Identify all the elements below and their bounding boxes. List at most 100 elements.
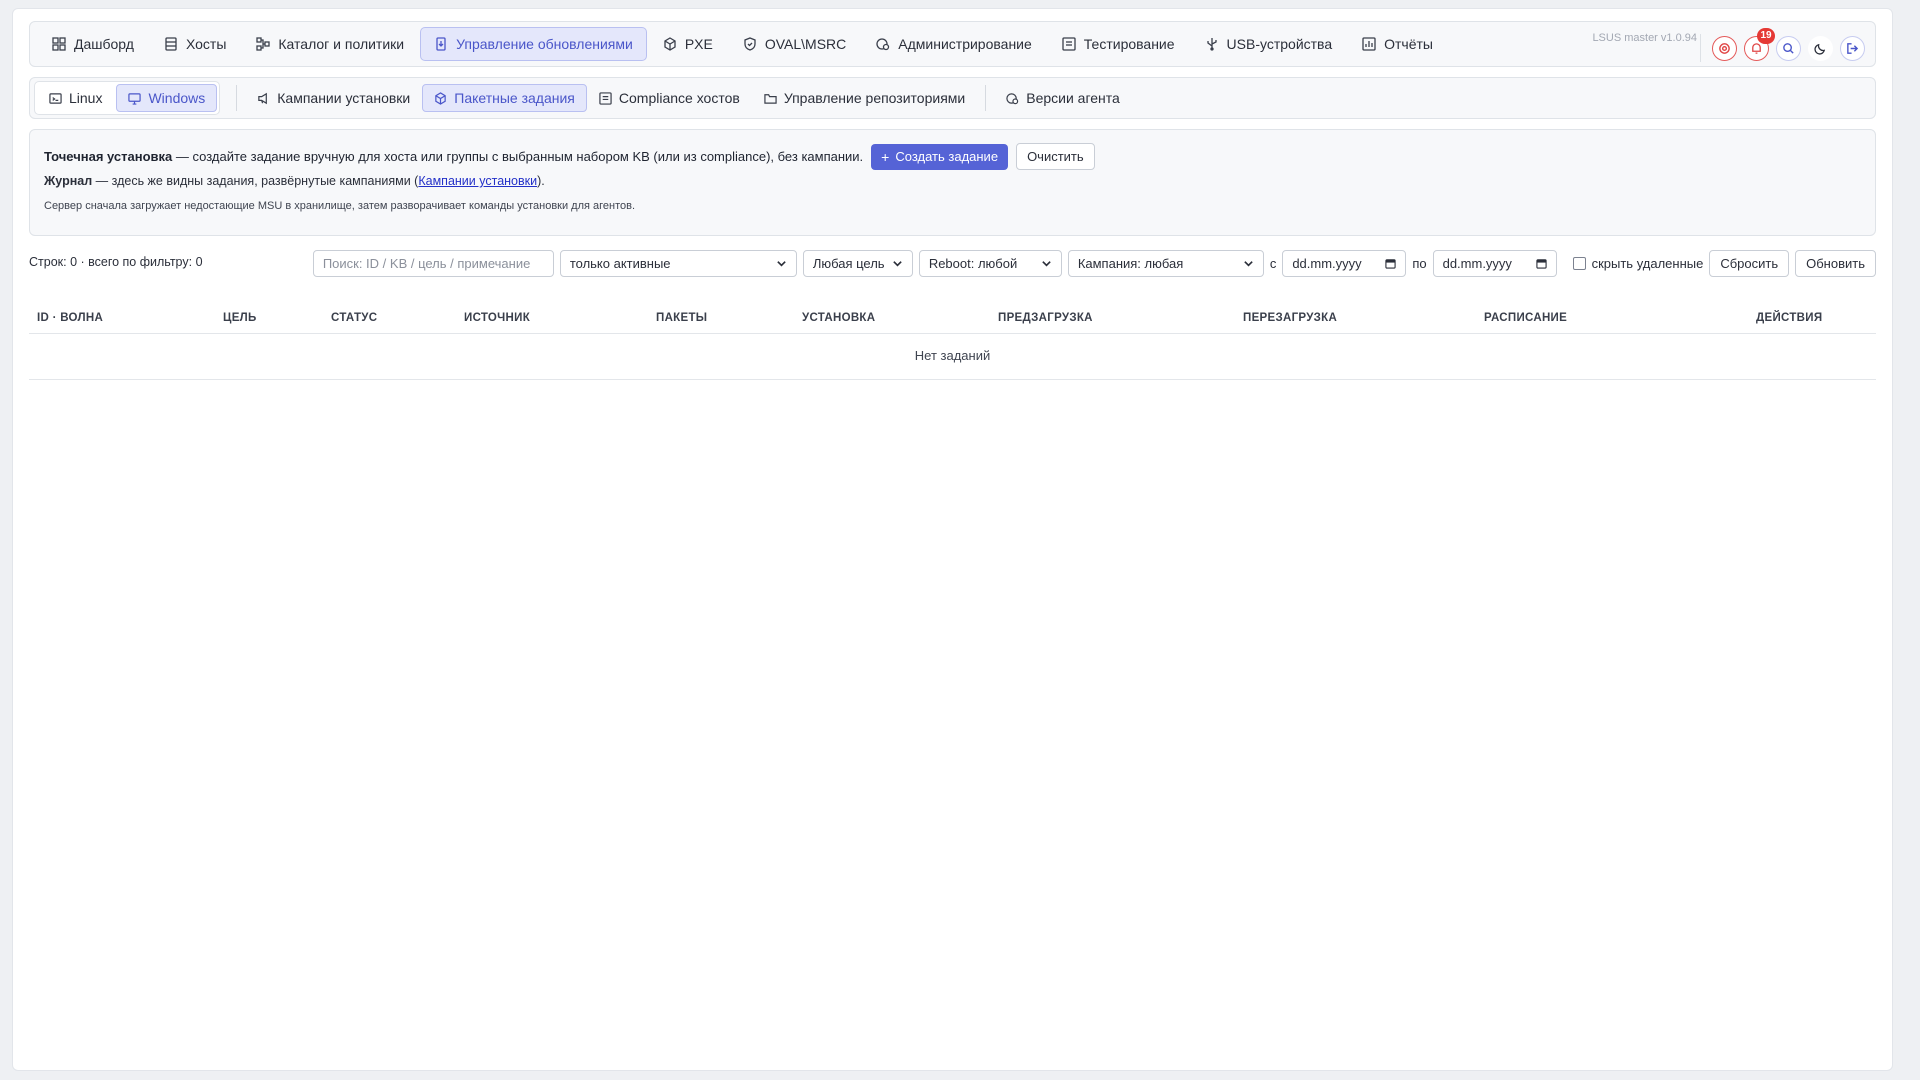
col-packages[interactable]: Пакеты [656,312,707,324]
date-placeholder: dd.mm.yyyy [1292,256,1362,271]
chevron-down-icon [1244,261,1253,267]
reset-button[interactable]: Сбросить [1709,250,1790,277]
hide-deleted-checkbox[interactable] [1572,257,1586,270]
bell-icon [1752,42,1761,54]
nav-label: OVAL\MSRC [764,36,847,52]
col-id-wave[interactable]: ID · волна [37,312,103,324]
status-select[interactable]: только активные [559,250,797,277]
nav-usb[interactable]: USB-устройства [1191,27,1347,61]
checklist-icon [599,91,612,105]
alert-circle-icon [1719,42,1730,54]
app-version: LSUS master v1.0.94 [1592,32,1697,44]
tab-batch-jobs[interactable]: Пакетные задания [422,84,587,112]
tab-agent-versions[interactable]: Версии агента [994,84,1132,112]
dashboard-icon [52,37,66,51]
tab-label: Compliance хостов [618,90,740,106]
target-select[interactable]: Любая цель [802,250,913,277]
hide-deleted-label: скрыть удаленные [1591,256,1704,271]
campaign-select[interactable]: Кампания: любая [1067,250,1264,277]
tab-compliance[interactable]: Compliance хостов [587,84,752,112]
divider [236,85,238,111]
nav-reports[interactable]: Отчёты [1348,27,1447,61]
plus-icon: + [881,148,890,165]
os-windows[interactable]: Windows [116,84,218,112]
nav-label: Администрирование [898,36,1032,52]
info-text: Точечная установка — создайте задание вр… [44,149,863,164]
os-label: Windows [148,90,206,106]
main-nav: Дашборд Хосты Каталог и политики Управле… [29,21,1876,67]
journal-end: ). [537,174,545,188]
nav-label: PXE [684,36,713,52]
folder-icon [764,93,777,104]
search-button[interactable] [1776,35,1801,61]
date-from-label: с [1269,256,1277,271]
campaigns-link[interactable]: Кампании установки [418,174,537,188]
nav-label: Каталог и политики [278,36,405,52]
date-from-input[interactable]: dd.mm.yyyy [1282,250,1407,277]
info-panel: Точечная установка — создайте задание вр… [29,129,1876,236]
divider [1700,34,1701,62]
select-value: Кампания: любая [1077,256,1184,271]
info-description: — создайте задание вручную для хоста или… [172,149,864,164]
nav-pxe[interactable]: PXE [649,27,727,61]
journal-text: — здесь же видны задания, развёрнутые ка… [92,174,419,188]
nav-dashboard[interactable]: Дашборд [38,27,148,61]
col-schedule[interactable]: Расписание [1484,312,1567,324]
nav-hosts[interactable]: Хосты [150,27,240,61]
calendar-icon [1385,259,1396,269]
nav-label: Отчёты [1384,36,1433,52]
search-icon [1783,42,1794,54]
logout-icon [1847,42,1859,54]
divider [985,85,987,111]
tab-label: Пакетные задания [454,90,575,106]
nav-testing[interactable]: Тестирование [1048,27,1189,61]
top-actions: 19 [1700,27,1865,62]
reboot-select[interactable]: Reboot: любой [918,250,1062,277]
tab-repositories[interactable]: Управление репозиториями [752,84,977,112]
calendar-icon [1535,259,1547,269]
nav-label: Тестирование [1083,36,1175,52]
nav-oval[interactable]: OVAL\MSRC [729,27,860,61]
update-icon [436,37,446,51]
alert-button[interactable] [1712,35,1737,61]
tab-label: Кампании установки [277,90,411,106]
col-actions: Действия [1756,312,1823,324]
date-to-label: по [1412,256,1427,271]
col-preload[interactable]: Предзагрузка [998,312,1093,324]
col-source[interactable]: Источник [464,312,530,324]
chevron-down-icon [1042,261,1051,267]
journal-note: Журнал — здесь же видны задания, развёрн… [44,174,545,188]
nav-catalog[interactable]: Каталог и политики [242,27,418,61]
nav-label: Дашборд [74,36,134,52]
nav-updates[interactable]: Управление обновлениями [420,27,647,61]
col-target[interactable]: Цель [223,312,257,324]
create-job-button[interactable]: + Создать задание [871,143,1009,170]
col-reboot[interactable]: Перезагрузка [1243,312,1337,324]
cube-icon [664,37,676,51]
clear-button[interactable]: Очистить [1016,143,1095,170]
date-to-input[interactable]: dd.mm.yyyy [1432,250,1557,277]
flow-icon [256,37,271,51]
select-value: только активные [569,256,671,271]
chevron-down-icon [777,261,786,267]
col-install[interactable]: Установка [802,312,875,324]
tab-campaigns[interactable]: Кампании установки [245,84,422,112]
nav-label: Управление обновлениями [456,36,633,52]
refresh-button[interactable]: Обновить [1795,250,1876,277]
table-header: ID · волна Цель Статус Источник Пакеты У… [29,301,1876,334]
chevron-down-icon [893,261,902,267]
info-title: Точечная установка [44,149,173,164]
col-status[interactable]: Статус [331,312,377,324]
nav-label: USB-устройства [1226,36,1333,52]
journal-title: Журнал [44,174,93,188]
os-linux[interactable]: Linux [37,84,114,112]
theme-toggle[interactable] [1808,35,1833,61]
notifications-button[interactable]: 19 [1744,27,1775,61]
os-label: Linux [69,90,103,106]
megaphone-icon [258,92,268,104]
package-icon [435,91,446,105]
nav-admin[interactable]: Администрирование [862,27,1046,61]
logout-button[interactable] [1840,35,1865,61]
server-icon [165,37,177,51]
search-input[interactable]: Поиск: ID / KB / цель / примечание [312,250,554,277]
